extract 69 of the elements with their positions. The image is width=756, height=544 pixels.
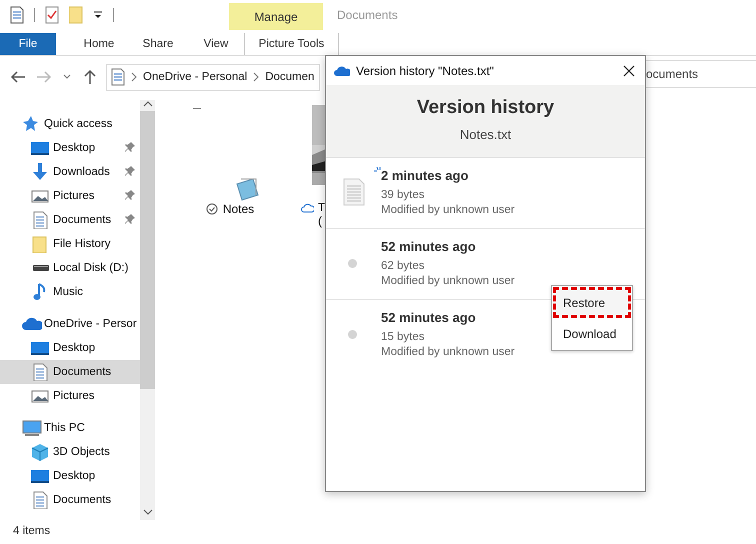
file-size: 62 bytes	[381, 260, 426, 272]
cube-icon	[31, 443, 51, 461]
pin-icon	[125, 214, 135, 226]
pin-icon	[125, 190, 135, 202]
modified-by: Modified by unknown user	[381, 275, 515, 287]
sidebar-item[interactable]: OneDrive - Persor	[0, 312, 140, 336]
spinner-icon	[373, 166, 381, 174]
file-size: 15 bytes	[381, 331, 426, 343]
menu-item[interactable]: Restore	[553, 287, 631, 318]
scrollbar[interactable]	[140, 100, 155, 520]
sidebar-item[interactable]: Local Disk (D:)	[0, 256, 140, 280]
version-time[interactable]: 52 minutes ago	[381, 239, 476, 254]
sidebar-item[interactable]: Desktop	[0, 464, 140, 488]
drive-icon	[33, 265, 49, 271]
cloud-icon	[334, 64, 350, 76]
breadcrumb[interactable]: OneDrive - Personal	[143, 71, 248, 83]
monitor-icon	[31, 467, 51, 485]
file-tab[interactable]: File	[0, 33, 56, 55]
notepad-icon[interactable]	[10, 6, 24, 24]
status-text: 4 items	[13, 525, 50, 537]
modified-by: Modified by unknown user	[381, 204, 515, 216]
sidebar-item[interactable]: Documents	[0, 488, 140, 512]
document-icon	[111, 68, 125, 86]
ribbon-tab[interactable]: Home	[70, 33, 128, 55]
sidebar-item[interactable]: File History	[0, 232, 140, 256]
scroll-thumb[interactable]	[140, 111, 155, 389]
sidebar-item[interactable]: 3D Objects	[0, 440, 140, 464]
monitor-icon	[31, 139, 51, 157]
cloud-icon	[22, 315, 42, 333]
chevron-right-icon	[130, 72, 138, 82]
scroll-down-icon[interactable]	[142, 508, 152, 516]
ribbon-tab[interactable]: Share	[128, 33, 188, 55]
up-icon[interactable]	[82, 69, 98, 85]
computer-icon	[22, 419, 42, 437]
sidebar-item[interactable]: Desktop	[0, 136, 140, 160]
monitor-icon	[31, 339, 51, 357]
sidebar-item[interactable]: Documents	[0, 208, 140, 232]
contextual-tab-group: Manage	[229, 3, 323, 30]
close-icon[interactable]	[623, 64, 635, 76]
sidebar-item[interactable]: Documents	[0, 360, 140, 384]
dialog-heading: Version history	[416, 97, 554, 119]
sidebar-item[interactable]: Downloads	[0, 160, 140, 184]
modified-by: Modified by unknown user	[381, 346, 515, 358]
sidebar-item[interactable]: Pictures	[0, 184, 140, 208]
file-size: 39 bytes	[381, 189, 426, 201]
sidebar-item[interactable]: Pictures	[0, 384, 140, 408]
window-title: Documents	[337, 8, 398, 22]
sidebar-item[interactable]: Desktop	[0, 336, 140, 360]
pin-icon	[125, 166, 135, 178]
version-time[interactable]: 2 minutes ago	[381, 168, 468, 183]
sidebar-item[interactable]: Quick access	[0, 112, 140, 136]
notepad-icon[interactable]	[234, 176, 260, 202]
sidebar-item[interactable]: Music	[0, 280, 140, 304]
divider-mark	[193, 108, 201, 109]
ribbon-tab[interactable]: View	[188, 33, 244, 55]
file-name[interactable]: T	[318, 202, 325, 214]
checklist-icon[interactable]	[45, 6, 59, 24]
version-time[interactable]: 52 minutes ago	[381, 310, 476, 325]
file-name: Notes.txt	[460, 127, 512, 142]
file-name[interactable]: (	[318, 214, 325, 228]
dialog-title: Version history "Notes.txt"	[356, 64, 495, 78]
sidebar-item[interactable]: This PC	[0, 416, 140, 440]
address-bar[interactable]: OneDrive - Personal Documen	[106, 64, 320, 90]
scroll-up-icon[interactable]	[142, 100, 152, 108]
pin-icon	[125, 142, 135, 154]
file-name[interactable]: Notes	[222, 202, 254, 216]
breadcrumb[interactable]: Documen	[265, 71, 314, 83]
back-icon[interactable]	[10, 69, 26, 85]
chevron-right-icon	[252, 72, 260, 82]
